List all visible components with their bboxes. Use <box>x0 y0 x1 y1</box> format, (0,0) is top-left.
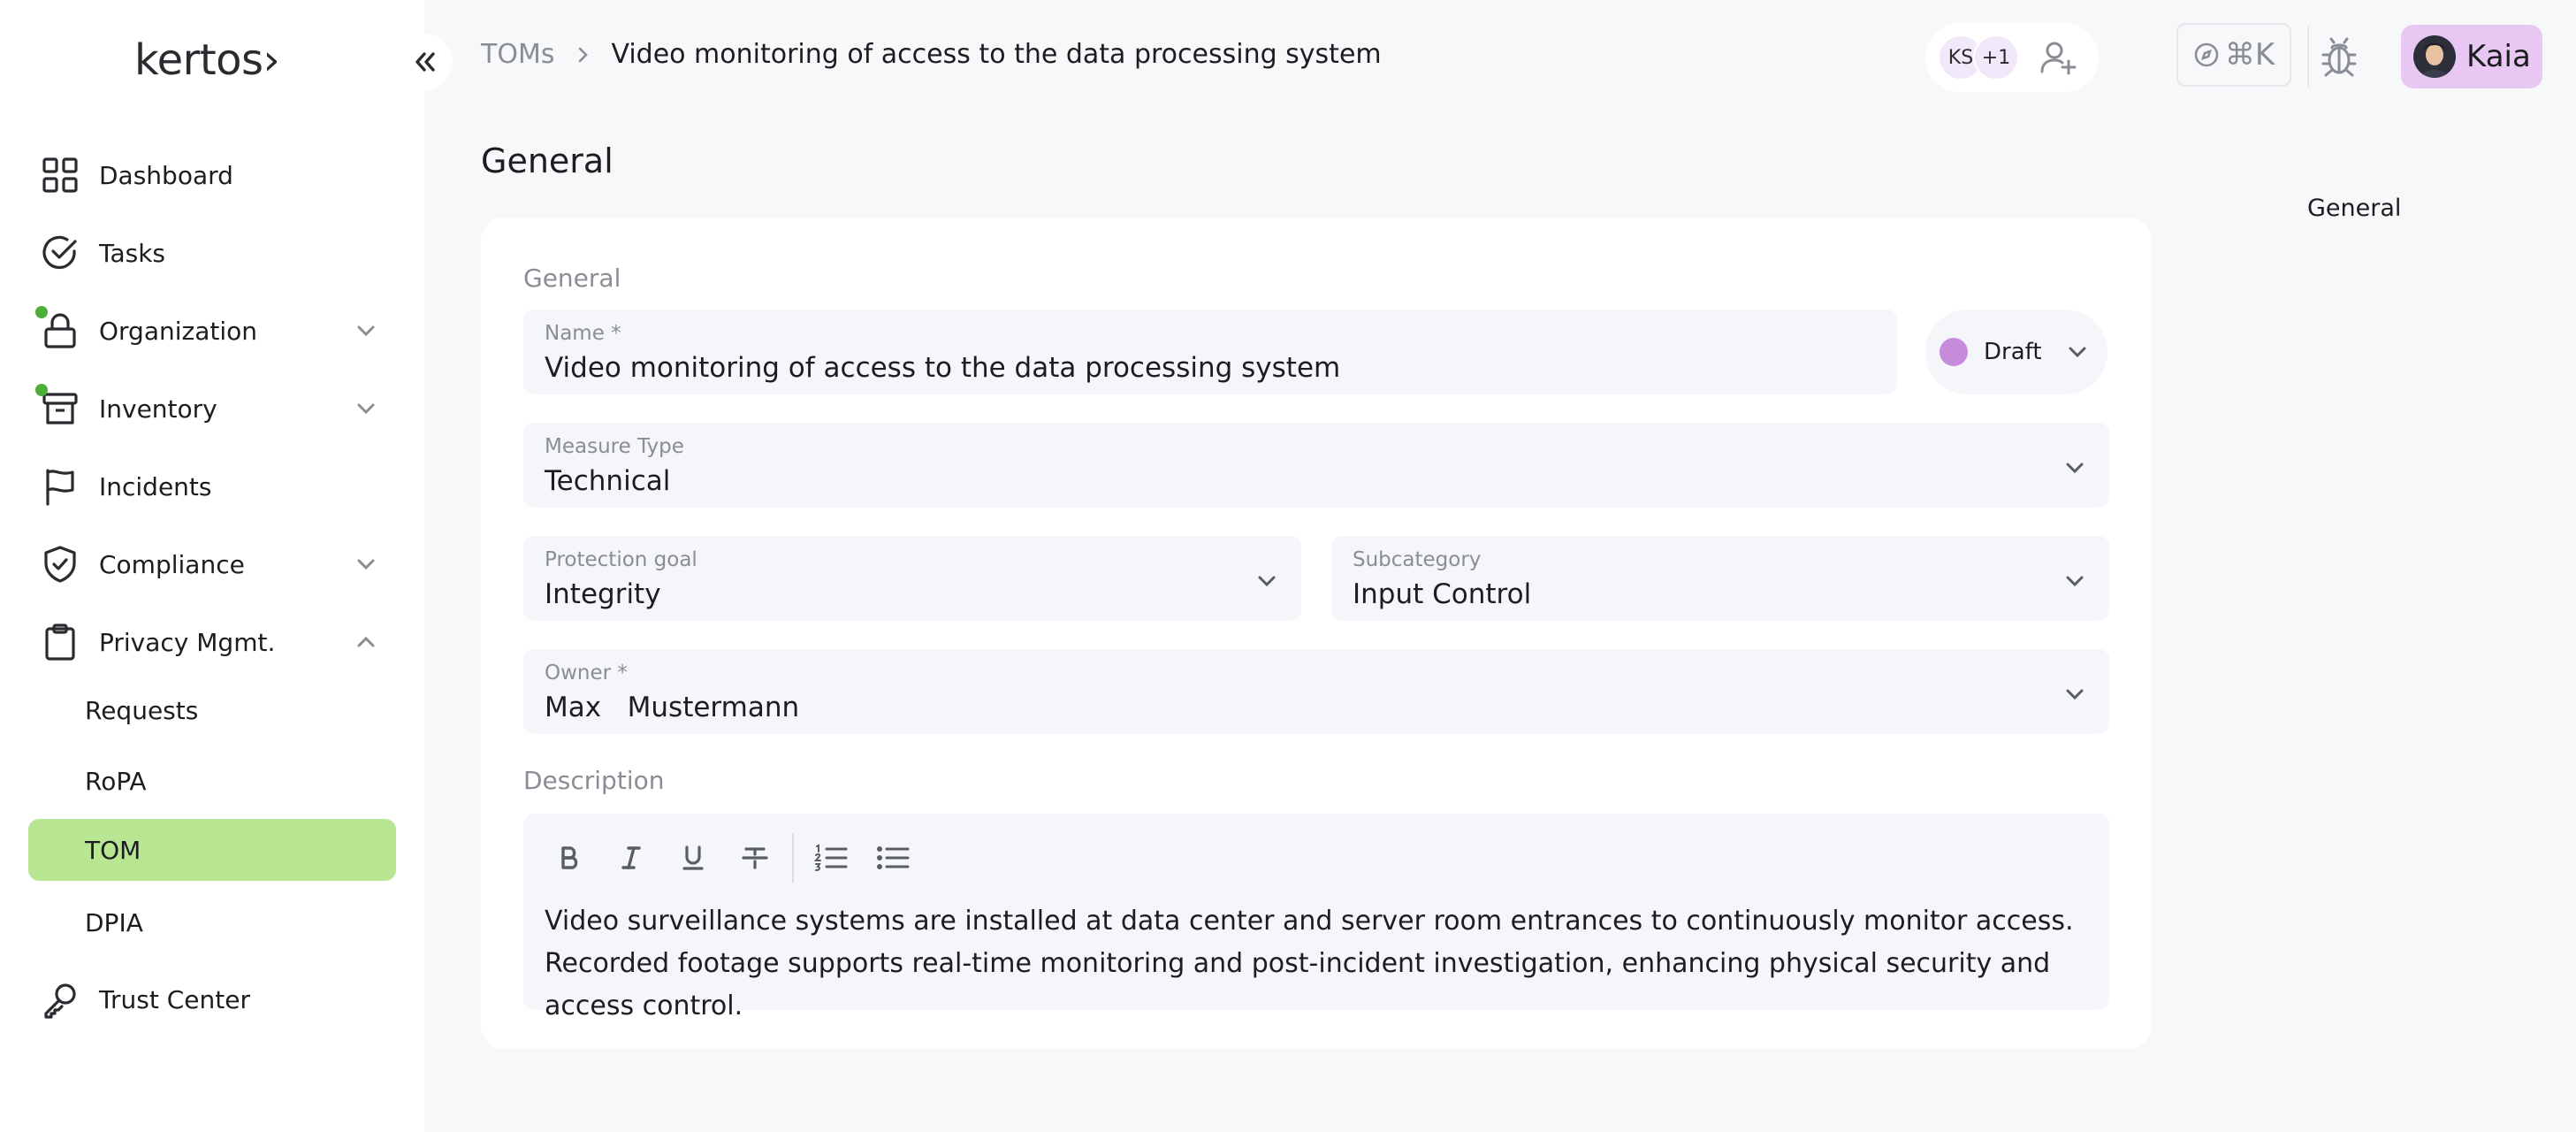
breadcrumb-parent-link[interactable]: TOMs <box>481 39 554 70</box>
archive-box-icon <box>35 384 81 430</box>
check-circle-icon <box>39 232 81 274</box>
toolbar-divider <box>792 833 794 883</box>
sidebar-item-dashboard[interactable]: Dashboard <box>28 143 396 207</box>
flag-icon <box>39 465 81 508</box>
sidebar-item-label: Dashboard <box>99 160 233 190</box>
ordered-list-icon[interactable] <box>806 833 856 883</box>
name-field[interactable]: Name * Video monitoring of access to the… <box>523 310 1897 394</box>
sidebar-item-incidents[interactable]: Incidents <box>28 455 396 518</box>
sidebar-subitem-label: DPIA <box>85 907 143 937</box>
user-menu-button[interactable]: Kaia <box>2401 25 2542 88</box>
subcategory-value: Input Control <box>1353 578 1532 610</box>
sidebar-subitem-ropa[interactable]: RoPA <box>28 750 396 812</box>
collapse-sidebar-button[interactable] <box>396 34 453 90</box>
status-dropdown[interactable]: Draft <box>1925 310 2107 394</box>
double-chevron-left-icon <box>415 52 435 72</box>
description-label: Description <box>523 766 665 795</box>
italic-icon[interactable] <box>606 833 656 883</box>
sidebar-item-organization[interactable]: Organization <box>28 299 396 363</box>
status-label: Draft <box>1984 339 2042 365</box>
dashboard-icon <box>39 154 81 196</box>
bold-icon[interactable] <box>545 833 594 883</box>
chevron-down-icon <box>2065 340 2090 364</box>
shield-check-icon <box>39 543 81 585</box>
owner-value: Max Mustermann <box>545 692 800 723</box>
user-name: Kaia <box>2466 39 2531 74</box>
chevron-down-icon[interactable] <box>354 552 378 577</box>
chevron-down-icon <box>2062 455 2088 481</box>
sidebar-subitem-requests[interactable]: Requests <box>28 679 396 741</box>
chevron-down-icon <box>2062 568 2088 594</box>
sidebar-item-label: Tasks <box>99 238 166 268</box>
description-text[interactable]: Video surveillance systems are installed… <box>545 900 2100 1028</box>
chevron-down-icon[interactable] <box>354 318 378 343</box>
kertos-logo[interactable]: kertos› <box>134 34 280 87</box>
chevron-down-icon <box>1254 568 1280 594</box>
lock-icon <box>35 306 81 352</box>
protection-goal-label: Protection goal <box>545 548 697 571</box>
divider <box>2307 27 2309 87</box>
sidebar-item-label: Privacy Mgmt. <box>99 627 276 657</box>
collaborators[interactable]: KS +1 <box>1925 23 2099 92</box>
section-label: General <box>523 264 621 293</box>
general-card: General Name * Video monitoring of acces… <box>481 218 2152 1049</box>
topbar: TOMs Video monitoring of access to the d… <box>424 0 2576 115</box>
breadcrumb: TOMs Video monitoring of access to the d… <box>481 39 1382 70</box>
sidebar-item-label: Compliance <box>99 549 245 579</box>
measure-type-value: Technical <box>545 465 671 497</box>
chevron-down-icon[interactable] <box>354 396 378 421</box>
sidebar-subitem-label: Requests <box>85 695 199 725</box>
owner-label: Owner * <box>545 662 628 685</box>
name-field-value[interactable]: Video monitoring of access to the data p… <box>545 352 1340 384</box>
sidebar-item-label: Incidents <box>99 471 212 501</box>
measure-type-select[interactable]: Measure Type Technical <box>523 423 2109 508</box>
protection-goal-select[interactable]: Protection goal Integrity <box>523 536 1301 621</box>
more-collaborators-badge[interactable]: +1 <box>1973 34 2019 80</box>
command-shortcut-label: ⌘K <box>2224 37 2275 73</box>
bullet-list-icon[interactable] <box>868 833 918 883</box>
subcategory-select[interactable]: Subcategory Input Control <box>1331 536 2109 621</box>
sidebar-item-label: Inventory <box>99 394 217 424</box>
sidebar-item-tasks[interactable]: Tasks <box>28 221 396 285</box>
sidebar-item-label: Trust Center <box>99 984 250 1014</box>
chevron-right-icon <box>572 44 593 65</box>
sidebar: kertos› Dashboard Tasks Organization Inv… <box>0 0 424 1132</box>
strikethrough-icon[interactable] <box>730 833 780 883</box>
notification-dot <box>35 306 48 318</box>
sidebar-subitem-label: RoPA <box>85 766 147 796</box>
command-palette-button[interactable]: ⌘K <box>2176 23 2291 87</box>
add-user-icon[interactable] <box>2039 38 2077 77</box>
sidebar-item-trust-center[interactable]: Trust Center <box>28 968 396 1031</box>
breadcrumb-current: Video monitoring of access to the data p… <box>611 39 1382 70</box>
sidebar-item-compliance[interactable]: Compliance <box>28 532 396 596</box>
sidebar-subitem-label: TOM <box>85 835 141 865</box>
measure-type-label: Measure Type <box>545 435 684 458</box>
sidebar-item-privacy-mgmt[interactable]: Privacy Mgmt. <box>28 610 396 674</box>
subcategory-label: Subcategory <box>1353 548 1482 571</box>
editor-toolbar <box>545 833 930 883</box>
page-title: General <box>481 142 614 180</box>
toc-link-general[interactable]: General <box>2307 195 2401 222</box>
description-editor[interactable]: Video surveillance systems are installed… <box>523 814 2109 1021</box>
chevron-down-icon <box>2062 681 2088 708</box>
protection-goal-value: Integrity <box>545 578 661 610</box>
notification-dot <box>35 384 48 396</box>
sidebar-subitem-tom[interactable]: TOM <box>28 819 396 881</box>
avatar <box>2413 35 2456 78</box>
key-icon <box>39 978 81 1021</box>
compass-icon <box>2194 42 2219 67</box>
chevron-up-icon[interactable] <box>354 630 378 654</box>
sidebar-subitem-dpia[interactable]: DPIA <box>28 891 396 953</box>
owner-select[interactable]: Owner * Max Mustermann <box>523 649 2109 734</box>
sidebar-item-label: Organization <box>99 316 258 346</box>
underline-icon[interactable] <box>668 833 718 883</box>
bug-report-icon[interactable] <box>2316 34 2362 80</box>
name-field-label: Name * <box>545 322 621 345</box>
status-color-dot <box>1940 338 1968 366</box>
sidebar-item-inventory[interactable]: Inventory <box>28 377 396 440</box>
clipboard-icon <box>39 621 81 663</box>
